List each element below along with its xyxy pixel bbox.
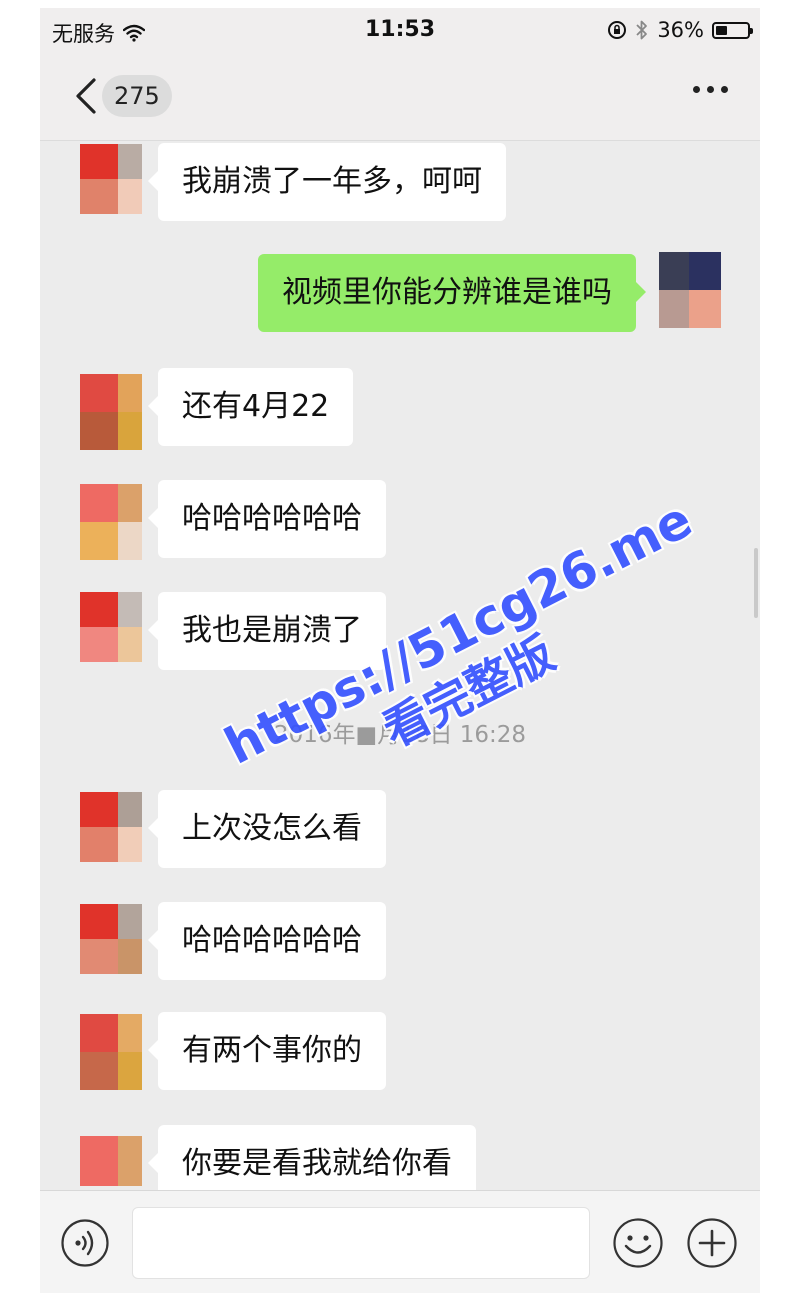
- message-text-input[interactable]: [132, 1207, 590, 1279]
- bluetooth-icon: [636, 20, 648, 40]
- avatar[interactable]: [80, 792, 142, 862]
- scroll-indicator: [754, 548, 758, 618]
- avatar[interactable]: [80, 484, 142, 560]
- battery-percent: 36%: [657, 18, 704, 42]
- battery-icon: [712, 21, 753, 39]
- unread-count-badge[interactable]: 275: [102, 75, 172, 117]
- orientation-lock-icon: [608, 21, 627, 39]
- voice-input-icon[interactable]: [60, 1218, 110, 1268]
- message-bubble[interactable]: 哈哈哈哈哈哈: [148, 902, 386, 980]
- emoji-icon[interactable]: [612, 1217, 664, 1269]
- avatar[interactable]: [80, 904, 142, 974]
- avatar[interactable]: [80, 144, 142, 214]
- message-bubble[interactable]: 我也是崩溃了: [148, 592, 386, 670]
- avatar[interactable]: [80, 1136, 142, 1186]
- avatar-self[interactable]: [659, 252, 721, 328]
- more-options-button[interactable]: [693, 86, 728, 93]
- avatar[interactable]: [80, 1014, 142, 1090]
- more-dot-icon: [707, 86, 714, 93]
- message-list[interactable]: 我崩溃了一年多，呵呵 视频里你能分辨谁是谁吗 还有4月22 哈哈哈哈哈哈 我也是…: [40, 140, 760, 1203]
- message-bubble[interactable]: 上次没怎么看: [148, 790, 386, 868]
- avatar[interactable]: [80, 374, 142, 450]
- phone-screen: 无服务 11:53 36% 275 我崩溃了一年多，呵呵 视频里你能分辨谁是谁吗…: [40, 8, 760, 1293]
- status-bar: 无服务 11:53 36%: [40, 8, 760, 52]
- plus-icon[interactable]: [686, 1217, 738, 1269]
- message-timestamp: 2016年■月18日 16:28: [273, 722, 527, 748]
- message-bubble[interactable]: 我崩溃了一年多，呵呵: [148, 143, 506, 221]
- chat-input-bar: [40, 1190, 760, 1293]
- chat-nav-bar: 275: [40, 52, 760, 141]
- avatar[interactable]: [80, 592, 142, 662]
- more-dot-icon: [721, 86, 728, 93]
- message-bubble[interactable]: 还有4月22: [147, 368, 354, 446]
- more-dot-icon: [693, 86, 700, 93]
- status-right: 36%: [607, 18, 753, 42]
- message-bubble-sent[interactable]: 视频里你能分辨谁是谁吗: [258, 254, 646, 332]
- message-bubble[interactable]: 哈哈哈哈哈哈: [148, 480, 386, 558]
- message-bubble[interactable]: 有两个事你的: [148, 1012, 386, 1090]
